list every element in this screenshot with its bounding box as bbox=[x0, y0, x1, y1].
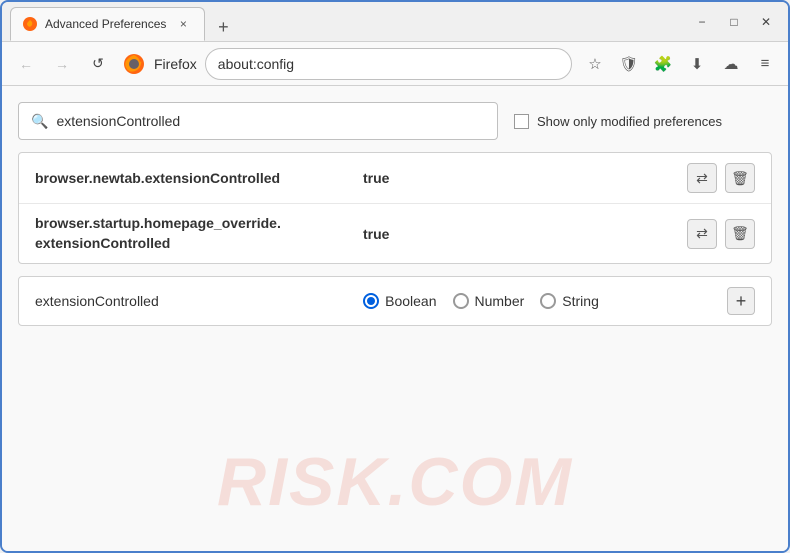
firefox-logo-icon bbox=[122, 52, 146, 76]
boolean-radio-option[interactable]: Boolean bbox=[363, 293, 436, 309]
table-row: browser.startup.homepage_override. exten… bbox=[19, 204, 771, 263]
add-preference-row: extensionControlled Boolean Number Strin… bbox=[18, 276, 772, 326]
string-radio-option[interactable]: String bbox=[540, 293, 599, 309]
bookmark-icon[interactable]: ☆ bbox=[580, 49, 610, 79]
delete-button-1[interactable]: 🗑 bbox=[725, 163, 755, 193]
browser-window: Advanced Preferences × + − □ ✕ ← → ↺ Fir… bbox=[0, 0, 790, 553]
boolean-radio-label: Boolean bbox=[385, 293, 436, 309]
number-radio-label: Number bbox=[475, 293, 525, 309]
maximize-button[interactable]: □ bbox=[720, 8, 748, 36]
shield-icon[interactable]: 🛡 bbox=[614, 49, 644, 79]
account-icon[interactable]: ☁ bbox=[716, 49, 746, 79]
search-input[interactable] bbox=[56, 113, 485, 129]
number-radio-option[interactable]: Number bbox=[453, 293, 525, 309]
tabs-area: Advanced Preferences × + bbox=[10, 2, 680, 41]
pref-value-1: true bbox=[363, 170, 389, 186]
search-row: 🔍 Show only modified preferences bbox=[18, 102, 772, 140]
close-button[interactable]: ✕ bbox=[752, 8, 780, 36]
tab-title: Advanced Preferences bbox=[45, 17, 166, 31]
pref-name-1: browser.newtab.extensionControlled bbox=[35, 170, 355, 186]
search-box: 🔍 bbox=[18, 102, 498, 140]
forward-button[interactable]: → bbox=[46, 48, 78, 80]
string-radio-label: String bbox=[562, 293, 599, 309]
toggle-button-2[interactable]: ⇄ bbox=[687, 219, 717, 249]
modified-filter-row: Show only modified preferences bbox=[514, 114, 722, 129]
modified-filter-checkbox[interactable] bbox=[514, 114, 529, 129]
table-row: browser.newtab.extensionControlled true … bbox=[19, 153, 771, 204]
content-area: RISK.COM 🔍 Show only modified preference… bbox=[2, 86, 788, 551]
menu-icon[interactable]: ≡ bbox=[750, 49, 780, 79]
nav-icons-area: ☆ 🛡 🧩 ⬇ ☁ ≡ bbox=[580, 49, 780, 79]
tab-favicon bbox=[23, 17, 37, 31]
row-1-actions: ⇄ 🗑 bbox=[687, 163, 755, 193]
tab-close-button[interactable]: × bbox=[174, 15, 192, 33]
active-tab[interactable]: Advanced Preferences × bbox=[10, 7, 205, 41]
pref-value-2: true bbox=[363, 226, 389, 242]
add-preference-button[interactable]: + bbox=[727, 287, 755, 315]
minimize-button[interactable]: − bbox=[688, 8, 716, 36]
title-bar: Advanced Preferences × + − □ ✕ bbox=[2, 2, 788, 42]
boolean-radio-circle bbox=[363, 293, 379, 309]
nav-bar: ← → ↺ Firefox about:config ☆ 🛡 🧩 ⬇ ☁ ≡ bbox=[2, 42, 788, 86]
modified-filter-label: Show only modified preferences bbox=[537, 114, 722, 129]
type-radio-group: Boolean Number String bbox=[251, 293, 711, 309]
extension-icon[interactable]: 🧩 bbox=[648, 49, 678, 79]
delete-button-2[interactable]: 🗑 bbox=[725, 219, 755, 249]
results-table: browser.newtab.extensionControlled true … bbox=[18, 152, 772, 264]
toggle-button-1[interactable]: ⇄ bbox=[687, 163, 717, 193]
download-icon[interactable]: ⬇ bbox=[682, 49, 712, 79]
reload-button[interactable]: ↺ bbox=[82, 48, 114, 80]
browser-name-label: Firefox bbox=[154, 56, 197, 72]
pref-name-2: browser.startup.homepage_override. exten… bbox=[35, 214, 355, 253]
back-button[interactable]: ← bbox=[10, 48, 42, 80]
watermark: RISK.COM bbox=[217, 443, 573, 521]
address-text: about:config bbox=[218, 56, 294, 72]
new-tab-button[interactable]: + bbox=[209, 13, 237, 41]
row-2-actions: ⇄ 🗑 bbox=[687, 219, 755, 249]
search-icon: 🔍 bbox=[31, 113, 48, 130]
number-radio-circle bbox=[453, 293, 469, 309]
new-pref-name: extensionControlled bbox=[35, 293, 235, 309]
window-controls: − □ ✕ bbox=[688, 8, 780, 36]
address-bar[interactable]: about:config bbox=[205, 48, 572, 80]
string-radio-circle bbox=[540, 293, 556, 309]
